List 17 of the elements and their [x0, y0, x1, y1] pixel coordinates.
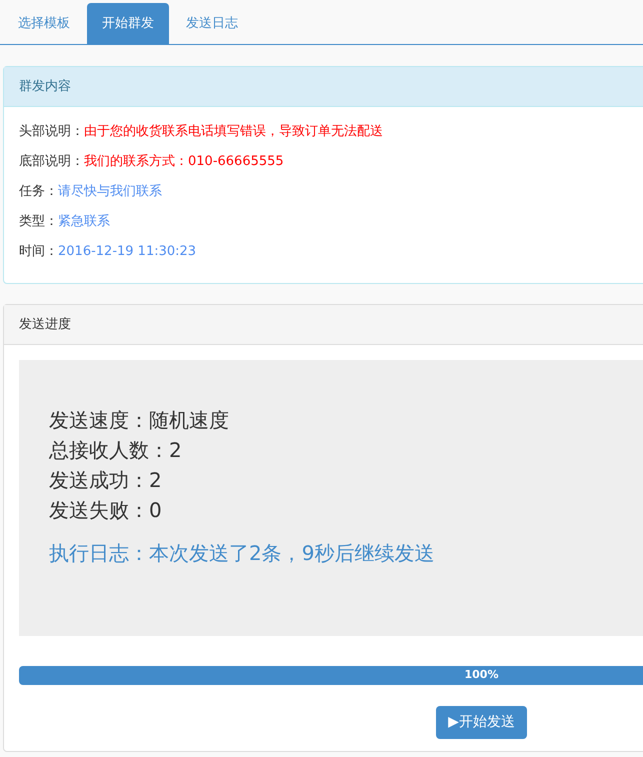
stat-line: 发送成功：2 — [49, 467, 163, 494]
start-send-button[interactable]: ▶开始发送 — [436, 706, 527, 739]
tab[interactable]: 开始群发 — [87, 3, 169, 44]
panel-title: 发送进度 — [19, 316, 71, 334]
field-row-text: 任务：请尽快与我们联系 — [19, 183, 163, 201]
stat-line: 总接收人数：2 — [49, 437, 183, 464]
tab[interactable]: 选择模板 — [3, 3, 85, 44]
stat-line: 发送失败：0 — [49, 497, 163, 524]
stat-line: 发送速度：随机速度 — [49, 407, 230, 434]
field-row-text: 时间：2016-12-19 11:30:23 — [19, 243, 198, 261]
field-row-text: 头部说明：由于您的收货联系电话填写错误，导致订单无法配送 — [19, 123, 384, 141]
field-row-text: 底部说明：我们的联系方式：010-66665555 — [19, 153, 285, 171]
panel-title: 群发内容 — [19, 78, 71, 96]
log-line: 执行日志：本次发送了2条，9秒后继续发送 — [49, 540, 436, 567]
field-row-text: 类型：紧急联系 — [19, 213, 111, 231]
tab[interactable]: 发送日志 — [171, 3, 253, 44]
progress-reading: 100% — [464, 667, 498, 684]
